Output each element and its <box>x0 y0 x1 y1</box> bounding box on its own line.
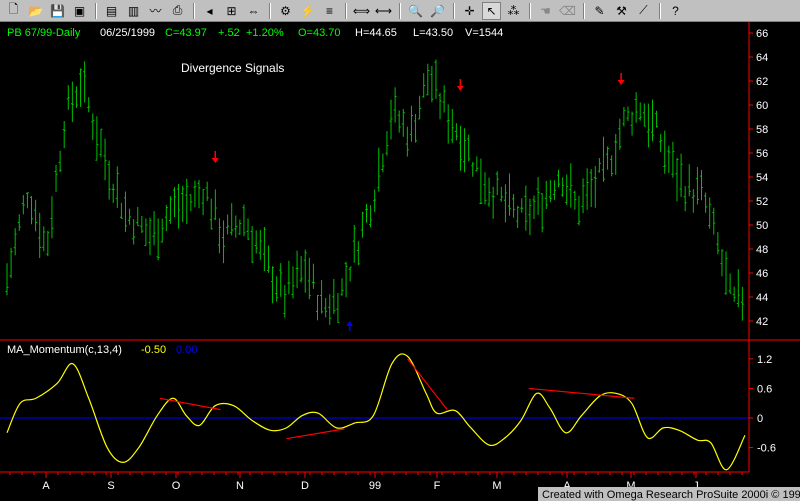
chart-area: 42 44 46 48 50 52 54 56 58 60 62 64 66 1.2 0.6 0 -0.6 A… <box>0 22 800 501</box>
toolbar-separator <box>345 2 347 19</box>
annotation-text: Divergence Signals <box>181 61 284 75</box>
printer-icon[interactable]: ⎙ <box>168 2 187 20</box>
time-tick-label: N <box>236 480 244 492</box>
price-tick-label: 52 <box>756 196 768 208</box>
price-tick-label: 42 <box>756 316 768 328</box>
indicator-icon[interactable]: ⚡ <box>298 2 317 20</box>
low-label: L=43.50 <box>413 27 453 39</box>
time-tick-label: D <box>301 480 309 492</box>
trendline-icon[interactable]: ⟋ <box>634 2 653 20</box>
compress-bars-icon[interactable]: ⟷ <box>374 2 393 20</box>
time-tick-label: M <box>492 480 501 492</box>
price-tick-label: 62 <box>756 76 768 88</box>
insert-analysis-icon[interactable]: ⚙ <box>276 2 295 20</box>
price-tick-label: 66 <box>756 28 768 40</box>
toolbar: 🗋 📂 💾 ▣ ▤ ▥ 〰 ⎙ ◂ ⊞ ⇔ ⚙ ⚡ ≡ ⟺ ⟷ 🔍 🔎 ✛ ↖ ⁂ ☚ ⌫ ✎ ⚒ ⟋? <box>0 0 800 22</box>
toolbar-separator <box>659 2 661 19</box>
momentum-tick-label: 0 <box>757 413 763 425</box>
date-label: 06/25/1999 <box>100 27 155 39</box>
price-tick-label: 50 <box>756 220 768 232</box>
momentum-tick-label: -0.6 <box>757 443 776 455</box>
properties-icon[interactable]: ⊞ <box>222 2 241 20</box>
toolbar-separator <box>399 2 401 19</box>
symbol-label: PB 67/99-Daily <box>7 27 81 39</box>
indicator-zero-value: 0.00 <box>176 344 197 356</box>
chart-window-icon[interactable]: ▥ <box>124 2 143 20</box>
price-tick-label: 44 <box>756 292 768 304</box>
time-tick-label: F <box>434 480 441 492</box>
toolbar-separator <box>529 2 531 19</box>
expand-bars-icon[interactable]: ⟺ <box>352 2 371 20</box>
indicator-label: MA_Momentum(c,13,4) <box>7 344 122 356</box>
price-tick-label: 64 <box>756 52 768 64</box>
hand-icon[interactable]: ☚ <box>536 2 555 20</box>
eraser-icon[interactable]: ⌫ <box>558 2 577 20</box>
strategy-icon[interactable]: ≡ <box>320 2 339 20</box>
arrange-icon[interactable]: ⇔ <box>244 2 263 20</box>
format-icon[interactable]: ◂ <box>200 2 219 20</box>
change-pct-label: +1.20% <box>246 27 284 39</box>
print-icon[interactable]: ▤ <box>102 2 121 20</box>
data-tips-icon[interactable]: ⁂ <box>504 2 523 20</box>
crosshair-icon[interactable]: ✛ <box>460 2 479 20</box>
pointer-icon[interactable]: ↖ <box>482 1 501 20</box>
save-icon[interactable]: 💾 <box>48 2 67 20</box>
time-tick-label: S <box>107 480 114 492</box>
new-icon[interactable]: 🗋 <box>4 2 23 20</box>
time-tick-label: O <box>172 480 181 492</box>
footer-credit: Created with Omega Research ProSuite 200… <box>542 489 800 501</box>
help-icon[interactable]: ? <box>666 2 685 20</box>
close-label: C=43.97 <box>165 27 207 39</box>
line-chart-icon[interactable]: 〰 <box>146 2 165 20</box>
zoom-in-icon[interactable]: 🔍 <box>406 2 425 20</box>
zoom-out-icon[interactable]: 🔎 <box>428 2 447 20</box>
high-label: H=44.65 <box>355 27 397 39</box>
price-tick-label: 56 <box>756 148 768 160</box>
price-tick-label: 60 <box>756 100 768 112</box>
toolbar-separator <box>193 2 195 19</box>
open-label: O=43.70 <box>298 27 341 39</box>
toolbar-separator <box>95 2 97 19</box>
toolbar-separator <box>583 2 585 19</box>
toolbar-separator <box>453 2 455 19</box>
workspace-icon[interactable]: ▣ <box>70 2 89 20</box>
momentum-tick-label: 0.6 <box>757 383 772 395</box>
price-tick-label: 48 <box>756 244 768 256</box>
time-tick-label: A <box>42 480 50 492</box>
volume-label: V=1544 <box>465 27 503 39</box>
tools-icon[interactable]: ⚒ <box>612 2 631 20</box>
pencil-icon[interactable]: ✎ <box>590 2 609 20</box>
indicator-value: -0.50 <box>141 344 166 356</box>
time-tick-label: 99 <box>369 480 381 492</box>
open-icon[interactable]: 📂 <box>26 2 45 20</box>
price-tick-label: 54 <box>756 172 768 184</box>
price-tick-label: 46 <box>756 268 768 280</box>
toolbar-separator <box>269 2 271 19</box>
price-tick-label: 58 <box>756 124 768 136</box>
momentum-tick-label: 1.2 <box>757 354 772 366</box>
change-label: +.52 <box>218 27 240 39</box>
